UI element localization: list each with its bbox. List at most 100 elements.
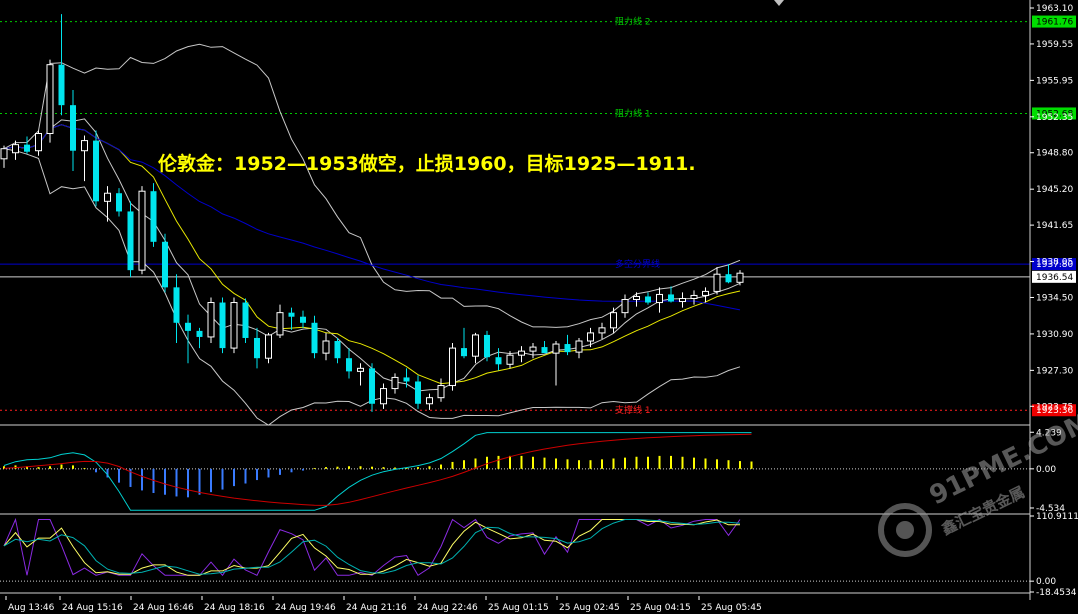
candle[interactable] xyxy=(219,297,226,354)
price-tick-label: 1934.50 xyxy=(1036,293,1073,303)
price-tick-label: 1941.65 xyxy=(1036,221,1073,231)
candle-body xyxy=(403,377,410,382)
candle[interactable] xyxy=(138,186,146,275)
candle-body xyxy=(196,330,203,337)
level-label: 多空分界线 xyxy=(615,258,660,270)
candle[interactable] xyxy=(93,130,99,207)
candle-body xyxy=(58,64,65,106)
candle[interactable] xyxy=(449,343,456,391)
candle-body xyxy=(461,348,467,357)
time-tick-label: Aug 13:46 xyxy=(8,603,55,613)
candle[interactable] xyxy=(230,297,238,354)
candle-body xyxy=(518,350,525,356)
candle-body xyxy=(300,316,306,323)
time-tick-label: 24 Aug 18:16 xyxy=(204,603,265,613)
candle-body xyxy=(598,327,606,334)
candle-body xyxy=(575,340,583,353)
candle-body xyxy=(276,312,284,336)
candle-body xyxy=(541,347,548,354)
candle-body xyxy=(484,334,490,358)
candle-body xyxy=(621,299,629,314)
price-tick-label: 1963.10 xyxy=(1036,4,1073,14)
candle-body xyxy=(529,346,537,352)
candle-body xyxy=(725,274,732,283)
osc-tick-label: 0.00 xyxy=(1036,577,1056,587)
osc-tick-label: -18.4534 xyxy=(1036,588,1077,598)
candle-body xyxy=(736,272,744,283)
candle-body xyxy=(369,368,375,404)
candle-body xyxy=(173,287,180,323)
candle-body xyxy=(437,385,445,399)
candle-body xyxy=(668,294,674,302)
macd-tick-label: 0.00 xyxy=(1036,465,1056,475)
candle-body xyxy=(70,105,76,151)
candle-body xyxy=(219,302,226,349)
candle-body xyxy=(242,302,249,338)
trading-chart[interactable]: 阻力线 2 1961.76阻力线 1 1952.68多空分界线 1937.80支撑线 … xyxy=(0,0,1078,614)
price-tick-label: 1959.55 xyxy=(1036,40,1073,50)
time-tick-label: 25 Aug 04:15 xyxy=(630,603,691,613)
candle-body xyxy=(116,193,122,212)
candle-body xyxy=(495,357,502,365)
time-tick-label: 25 Aug 05:45 xyxy=(701,603,762,613)
candle-body xyxy=(24,144,30,152)
price-tick-label: 1938.05 xyxy=(1036,258,1073,268)
time-tick-label: 24 Aug 19:46 xyxy=(275,603,336,613)
level-label: 支撑线 1 xyxy=(615,404,651,416)
candle-body xyxy=(346,358,352,372)
trade-annotation: 伦敦金：1952—1953做空，止损1960，目标1925—1911. xyxy=(158,152,696,175)
candle-body xyxy=(230,302,238,349)
candle-body xyxy=(633,295,640,301)
candle[interactable] xyxy=(150,183,157,247)
time-tick-label: 24 Aug 15:16 xyxy=(62,603,123,613)
candle-body xyxy=(35,133,42,152)
candle-body xyxy=(564,344,571,353)
level-label: 阻力线 1 xyxy=(615,107,651,119)
candle[interactable] xyxy=(484,330,490,362)
level-label: 阻力线 2 xyxy=(615,16,651,28)
candle[interactable] xyxy=(242,298,249,344)
candle-body xyxy=(713,273,721,292)
osc-tick-label: 110.9111 xyxy=(1036,512,1078,522)
time-tick-label: 24 Aug 16:46 xyxy=(133,603,194,613)
candle-body xyxy=(690,294,698,299)
candle-body xyxy=(426,397,433,405)
candle-body xyxy=(0,148,8,160)
candle[interactable] xyxy=(46,59,54,143)
candle-body xyxy=(104,192,111,202)
price-tick-label: 1945.20 xyxy=(1036,185,1073,195)
time-tick-label: 24 Aug 21:16 xyxy=(346,603,407,613)
chart-background xyxy=(0,0,1078,614)
candle-body xyxy=(334,341,341,359)
candle-body xyxy=(46,64,54,135)
candle-body xyxy=(12,144,19,154)
candle-body xyxy=(552,343,560,354)
candle[interactable] xyxy=(162,233,168,293)
candle[interactable] xyxy=(207,297,215,344)
candle-body xyxy=(357,367,364,372)
candle-body xyxy=(265,334,272,359)
price-tick-label: 1952.35 xyxy=(1036,113,1073,123)
candle-body xyxy=(150,191,157,242)
candle-body xyxy=(162,241,168,288)
time-tick-label: 24 Aug 22:46 xyxy=(417,603,478,613)
time-tick-label: 25 Aug 02:45 xyxy=(559,603,620,613)
candle-body xyxy=(311,322,318,354)
candle-body xyxy=(207,302,215,338)
candle-body xyxy=(702,290,709,296)
watermark-logo-core-icon xyxy=(896,521,914,539)
candle-body xyxy=(472,334,479,357)
price-tick-label: 1923.75 xyxy=(1036,402,1073,412)
price-tick-label: 1930.90 xyxy=(1036,330,1073,340)
candle-body xyxy=(322,340,330,354)
candle-body xyxy=(391,376,399,390)
candle-body xyxy=(506,354,514,365)
candle-body xyxy=(449,347,456,387)
price-tick-label: 1955.95 xyxy=(1036,76,1073,86)
price-tick-label: 1927.30 xyxy=(1036,366,1073,376)
candle-body xyxy=(93,140,99,202)
candle[interactable] xyxy=(127,201,134,278)
level-price-tag-label: 1961.76 xyxy=(1036,18,1073,28)
candle-body xyxy=(610,312,617,329)
time-tick-label: 25 Aug 01:15 xyxy=(488,603,549,613)
